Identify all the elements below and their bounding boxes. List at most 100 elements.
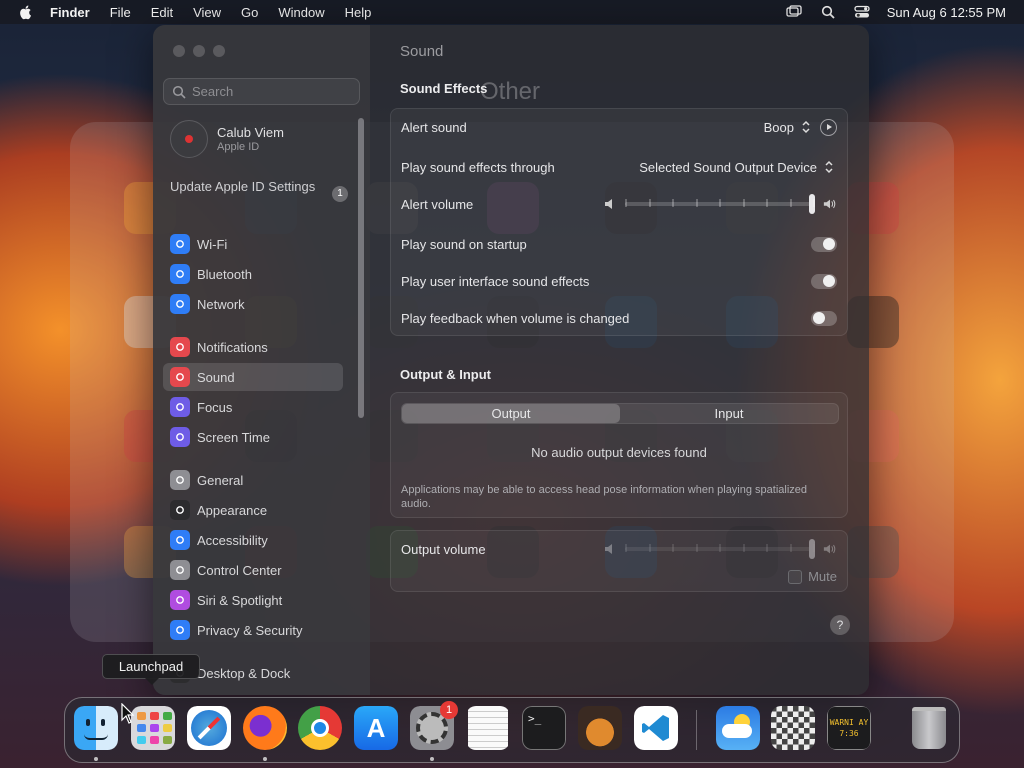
control-center-icon[interactable]: [853, 4, 871, 20]
alert-volume-row: Alert volume: [391, 186, 847, 222]
sidebar-item-wi-fi[interactable]: Wi-Fi: [163, 230, 343, 258]
apple-id-account[interactable]: Calub Viem Apple ID: [170, 120, 284, 158]
startup-sound-toggle[interactable]: [811, 236, 837, 252]
alert-volume-track[interactable]: [625, 194, 815, 214]
dock-firefox-icon[interactable]: [243, 706, 287, 750]
sidebar-item-label: General: [197, 472, 244, 488]
dock-console-icon[interactable]: WARNI AY 7:36: [827, 706, 871, 750]
sidebar-item-label: Focus: [197, 399, 233, 415]
slider-tick: [695, 544, 698, 552]
speaker-high-icon: [823, 199, 836, 209]
slider-tick: [648, 199, 651, 207]
help-button[interactable]: ?: [830, 615, 850, 635]
startup-sound-label: Play sound on startup: [401, 236, 527, 252]
search-icon: [172, 85, 186, 99]
alert-volume-slider[interactable]: [603, 194, 837, 214]
dock-garageband-icon[interactable]: [578, 706, 622, 750]
mouse-pointer-icon: [121, 703, 135, 724]
sidebar-item-control-center[interactable]: Control Center: [163, 556, 343, 584]
menu-view[interactable]: View: [193, 5, 221, 20]
dock-vscode-icon[interactable]: [634, 706, 678, 750]
dock-safari-icon[interactable]: [187, 706, 231, 750]
menu-window[interactable]: Window: [278, 5, 324, 20]
sidebar-scrollbar[interactable]: [358, 118, 364, 418]
sidebar-item-label: Accessibility: [197, 532, 268, 548]
output-volume-row: Output volume: [391, 531, 847, 567]
sidebar-item-focus[interactable]: Focus: [163, 393, 343, 421]
sidebar-item-privacy-security[interactable]: Privacy & Security: [163, 616, 343, 644]
menu-file[interactable]: File: [110, 5, 131, 20]
tab-input[interactable]: Input: [620, 404, 838, 423]
apple-menu-icon[interactable]: [18, 4, 34, 20]
play-alert-sound-button[interactable]: [820, 118, 837, 136]
alert-sound-row: Alert sound Boop: [391, 109, 847, 145]
dock-running-indicator: [430, 757, 434, 761]
sidebar-item-label: Appearance: [197, 502, 268, 518]
dock-chrome-icon[interactable]: [298, 706, 342, 750]
sidebar-item-label: Network: [197, 296, 245, 312]
sidebar-item-label: Screen Time: [197, 429, 270, 445]
dock-terminal-icon[interactable]: >_: [522, 706, 566, 750]
sidebar-item-label: Privacy & Security: [197, 622, 303, 638]
sidebar-item-general[interactable]: General: [163, 466, 343, 494]
launchpad-folder-title: Other: [480, 78, 541, 105]
settings-search-field[interactable]: Search: [163, 78, 360, 105]
close-window-button[interactable]: [173, 45, 185, 57]
no-output-devices-message: No audio output devices found: [531, 445, 707, 460]
sidebar-item-notifications[interactable]: Notifications: [163, 333, 343, 361]
update-apple-id-settings[interactable]: Update Apple ID Settings 1: [170, 179, 360, 202]
menu-edit[interactable]: Edit: [151, 5, 173, 20]
dock-launchpad-icon[interactable]: [131, 706, 175, 750]
output-input-heading: Output & Input: [400, 367, 491, 382]
sidebar-item-accessibility[interactable]: Accessibility: [163, 526, 343, 554]
siri-icon: [170, 590, 190, 610]
output-device-popup[interactable]: Selected Sound Output Device: [639, 160, 817, 175]
sidebar-item-siri-spotlight[interactable]: Siri & Spotlight: [163, 586, 343, 614]
mute-label: Mute: [808, 569, 837, 584]
output-input-segmented-control: Output Input: [401, 403, 839, 424]
dock-chess-icon[interactable]: [771, 706, 815, 750]
dock-textedit-icon[interactable]: [466, 706, 510, 750]
app-menu-finder[interactable]: Finder: [50, 5, 90, 20]
mute-checkbox-row[interactable]: Mute: [788, 569, 837, 584]
volume-feedback-toggle[interactable]: [811, 310, 837, 326]
spotlight-search-icon[interactable]: [819, 4, 837, 20]
alert-sound-popup[interactable]: Boop: [764, 120, 794, 135]
sidebar-item-label: Bluetooth: [197, 266, 252, 282]
slider-tick: [789, 544, 792, 552]
sidebar-item-screen-time[interactable]: Screen Time: [163, 423, 343, 451]
ui-sound-effects-toggle[interactable]: [811, 273, 837, 289]
dock-app-store-icon[interactable]: A: [354, 706, 398, 750]
chevron-updown-icon[interactable]: [800, 119, 812, 135]
slider-tick: [625, 199, 627, 207]
zoom-window-button[interactable]: [213, 45, 225, 57]
general-icon: [170, 470, 190, 490]
dock-trash-icon[interactable]: [907, 706, 951, 750]
launchpad-tooltip: Launchpad: [102, 654, 200, 679]
alert-volume-label: Alert volume: [401, 196, 474, 212]
tab-output[interactable]: Output: [402, 404, 620, 423]
slider-tick: [742, 199, 745, 207]
settings-sidebar: Search Calub Viem Apple ID Update Apple …: [153, 25, 370, 695]
dock-finder-icon[interactable]: [74, 706, 118, 750]
screen-mirroring-icon[interactable]: [785, 4, 803, 20]
sidebar-item-network[interactable]: Network: [163, 290, 343, 318]
sidebar-item-appearance[interactable]: Appearance: [163, 496, 343, 524]
sidebar-item-sound[interactable]: Sound: [163, 363, 343, 391]
volume-feedback-row: Play feedback when volume is changed: [391, 300, 847, 336]
output-volume-track[interactable]: [625, 539, 815, 559]
output-volume-slider[interactable]: [603, 539, 837, 559]
menubar-clock[interactable]: Sun Aug 6 12:55 PM: [887, 5, 1006, 20]
mute-checkbox[interactable]: [788, 569, 803, 584]
minimize-window-button[interactable]: [193, 45, 205, 57]
control-center-icon: [170, 560, 190, 580]
dock-weather-icon[interactable]: [716, 706, 760, 750]
chevron-updown-icon[interactable]: [823, 159, 835, 175]
menu-go[interactable]: Go: [241, 5, 258, 20]
sidebar-item-label: Sound: [197, 369, 235, 385]
output-through-label: Play sound effects through: [401, 159, 555, 175]
sound-effects-heading: Sound Effects: [400, 81, 488, 96]
menu-help[interactable]: Help: [345, 5, 372, 20]
speaker-high-icon: [823, 544, 836, 554]
sidebar-item-bluetooth[interactable]: Bluetooth: [163, 260, 343, 288]
